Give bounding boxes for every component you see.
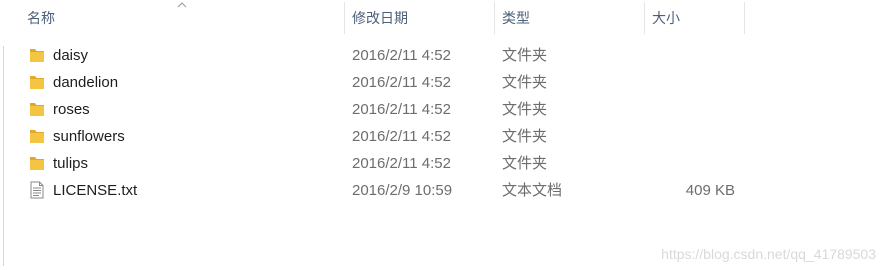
file-date-modified: 2016/2/11 4:52 [352, 74, 451, 91]
file-name: sunflowers [53, 128, 125, 145]
file-size [635, 69, 735, 96]
column-header-name[interactable]: 名称 [20, 0, 344, 36]
file-row-tulips[interactable]: tulips 2016/2/11 4:52 文件夹 [20, 150, 744, 177]
file-date-modified: 2016/2/11 4:52 [352, 128, 451, 145]
file-type: 文件夹 [502, 47, 548, 64]
file-size [635, 96, 735, 123]
file-date-modified: 2016/2/11 4:52 [352, 101, 451, 118]
file-type: 文件夹 [502, 101, 548, 118]
file-row-daisy[interactable]: daisy 2016/2/11 4:52 文件夹 [20, 42, 744, 69]
column-header-date-modified[interactable]: 修改日期 [345, 0, 494, 36]
file-type: 文件夹 [502, 74, 548, 91]
file-date-modified: 2016/2/11 4:52 [352, 47, 451, 64]
file-row-license[interactable]: LICENSE.txt 2016/2/9 10:59 文本文档 409 KB [20, 177, 744, 204]
file-type: 文件夹 [502, 128, 548, 145]
file-size [635, 150, 735, 177]
file-size: 409 KB [685, 182, 735, 199]
file-row-dandelion[interactable]: dandelion 2016/2/11 4:52 文件夹 [20, 69, 744, 96]
file-row-roses[interactable]: roses 2016/2/11 4:52 文件夹 [20, 96, 744, 123]
watermark-url: https://blog.csdn.net/qq_41789503 [661, 246, 876, 262]
folder-icon [30, 49, 44, 62]
file-name: LICENSE.txt [53, 182, 138, 199]
file-size [635, 42, 735, 69]
file-name: tulips [53, 155, 89, 172]
file-name: dandelion [53, 74, 119, 91]
column-header-bar: 名称 修改日期 类型 大小 [0, 0, 886, 36]
folder-icon [30, 157, 44, 170]
pane-left-border [3, 46, 4, 266]
file-type: 文本文档 [502, 182, 563, 199]
column-header-type[interactable]: 类型 [495, 0, 644, 36]
folder-icon [30, 103, 44, 116]
folder-icon [30, 76, 44, 89]
file-date-modified: 2016/2/11 4:52 [352, 155, 451, 172]
file-row-sunflowers[interactable]: sunflowers 2016/2/11 4:52 文件夹 [20, 123, 744, 150]
text-file-icon [30, 181, 44, 199]
file-date-modified: 2016/2/9 10:59 [352, 182, 453, 199]
column-header-size[interactable]: 大小 [645, 0, 744, 36]
file-size [635, 123, 735, 150]
file-name: daisy [53, 47, 89, 64]
column-divider[interactable] [744, 2, 745, 34]
folder-icon [30, 130, 44, 143]
file-name: roses [53, 101, 90, 118]
file-type: 文件夹 [502, 155, 548, 172]
file-explorer: 名称 修改日期 类型 大小 daisy 2016/2/11 4:52 文件夹 d… [0, 0, 886, 270]
